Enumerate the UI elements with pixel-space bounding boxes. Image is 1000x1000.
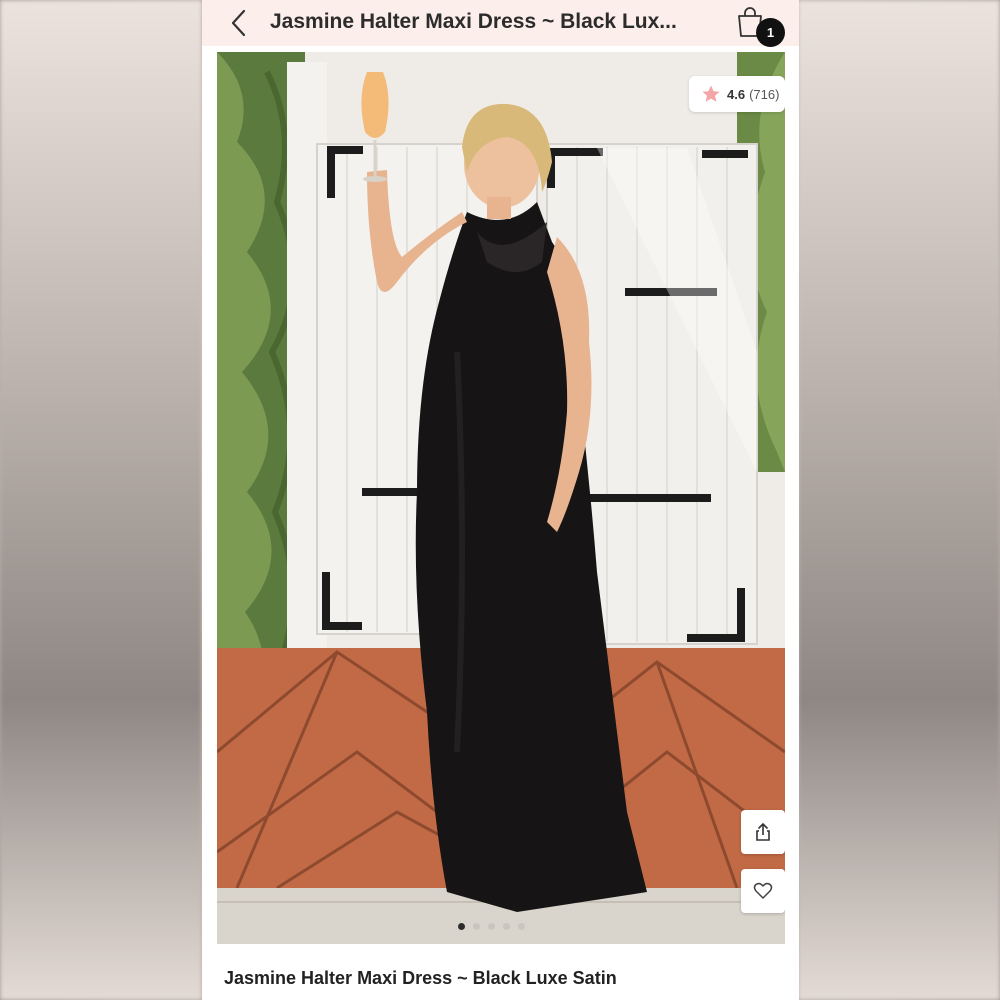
- share-icon: [756, 822, 770, 841]
- top-bar: Jasmine Halter Maxi Dress ~ Black Lux...…: [202, 0, 799, 47]
- chevron-left-icon: [231, 9, 246, 37]
- gallery-dot-4[interactable]: [503, 923, 510, 930]
- rating-badge[interactable]: 4.6 (716): [689, 76, 785, 112]
- gallery-dot-1[interactable]: [458, 923, 465, 930]
- page-title: Jasmine Halter Maxi Dress ~ Black Lux...: [270, 10, 677, 33]
- gallery-dot-2[interactable]: [473, 923, 480, 930]
- backdrop-right: [798, 0, 1000, 1000]
- cart-count-badge: 1: [756, 18, 785, 47]
- star-icon: [702, 85, 720, 102]
- product-screen: Jasmine Halter Maxi Dress ~ Black Lux...…: [202, 0, 799, 1000]
- heart-icon: [753, 882, 773, 899]
- product-photo-illustration: [217, 52, 785, 944]
- product-image[interactable]: 4.6 (716): [217, 52, 785, 944]
- share-button[interactable]: [741, 810, 785, 854]
- rating-value: 4.6: [727, 86, 746, 102]
- wishlist-button[interactable]: [741, 869, 785, 913]
- backdrop-left: [0, 0, 202, 1000]
- gallery-dot-5[interactable]: [518, 923, 525, 930]
- back-button[interactable]: [224, 8, 252, 38]
- gallery-pagination: [458, 923, 525, 930]
- rating-count: (716): [749, 86, 780, 102]
- product-name: Jasmine Halter Maxi Dress ~ Black Luxe S…: [224, 968, 617, 988]
- gallery-dot-3[interactable]: [488, 923, 495, 930]
